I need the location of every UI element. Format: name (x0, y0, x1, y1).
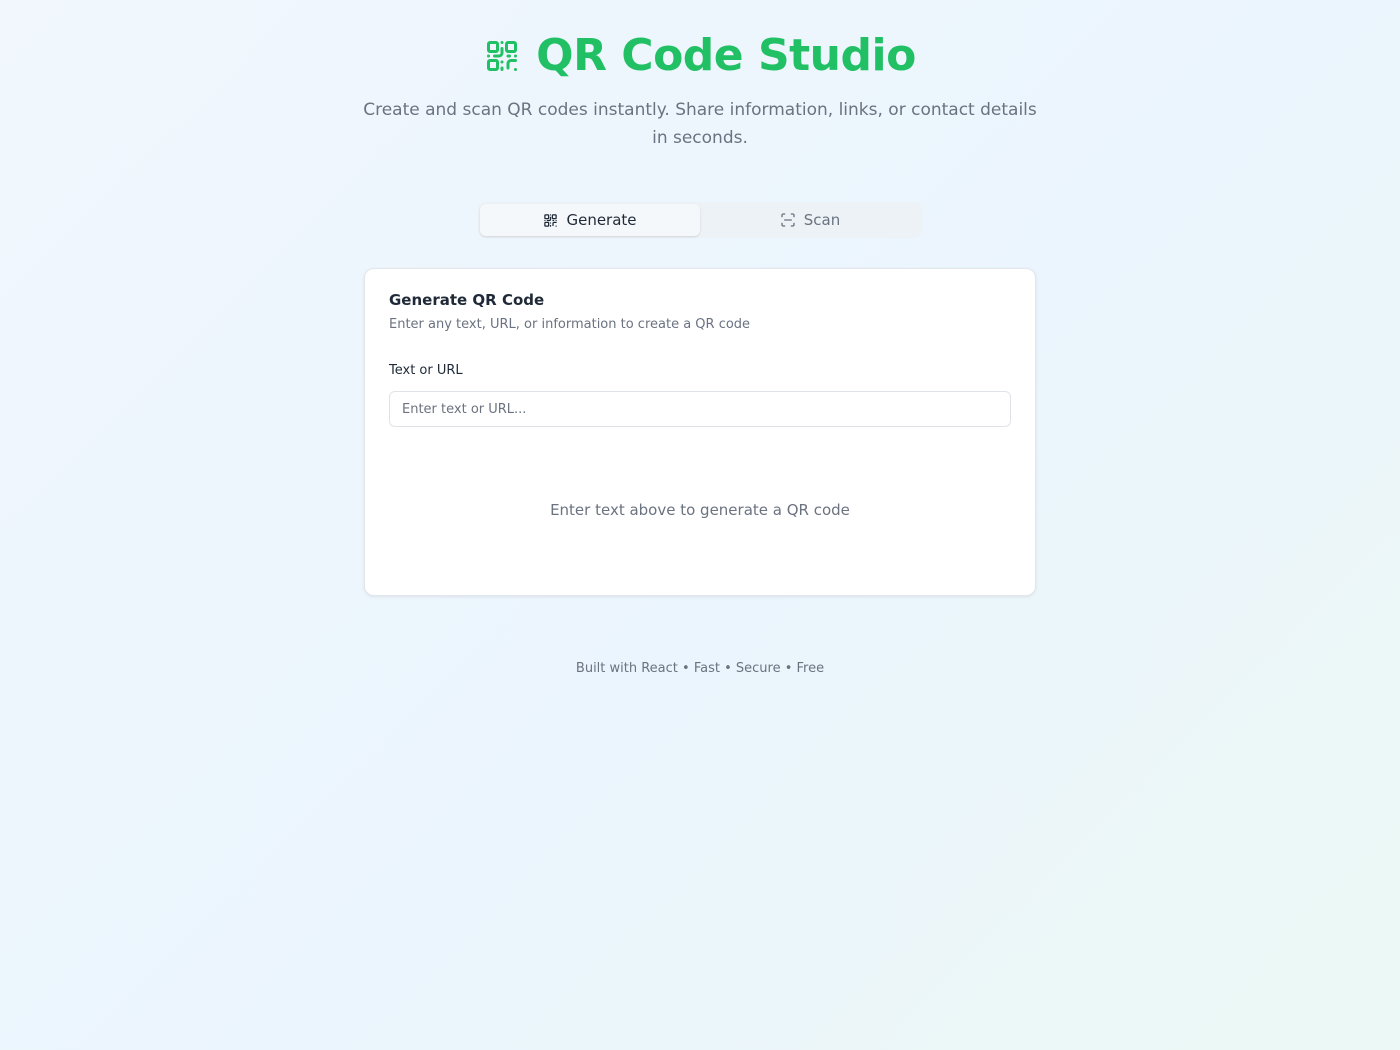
title-row: QR Code Studio (0, 28, 1400, 84)
qr-code-icon (543, 213, 558, 228)
tab-scan[interactable]: Scan (700, 204, 920, 236)
text-or-url-label: Text or URL (389, 363, 463, 378)
footer-text: Built with React • Fast • Secure • Free (575, 661, 825, 676)
scan-icon (780, 212, 796, 228)
tab-generate-label: Generate (566, 211, 637, 229)
card-title: Generate QR Code (389, 291, 545, 309)
generate-card: Generate QR Code Enter any text, URL, or… (364, 268, 1036, 596)
text-or-url-input[interactable] (389, 391, 1011, 427)
card-description: Enter any text, URL, or information to c… (389, 317, 751, 332)
app-title: QR Code Studio (536, 30, 916, 81)
empty-state-message: Enter text above to generate a QR code (550, 501, 850, 519)
page-header: QR Code Studio Create and scan QR codes … (0, 28, 1400, 152)
mode-tabs: Generate Scan (478, 202, 922, 238)
tab-scan-label: Scan (803, 211, 841, 229)
tab-generate[interactable]: Generate (480, 204, 700, 236)
qr-code-icon (484, 38, 520, 74)
app-subtitle: Create and scan QR codes instantly. Shar… (363, 100, 1037, 148)
